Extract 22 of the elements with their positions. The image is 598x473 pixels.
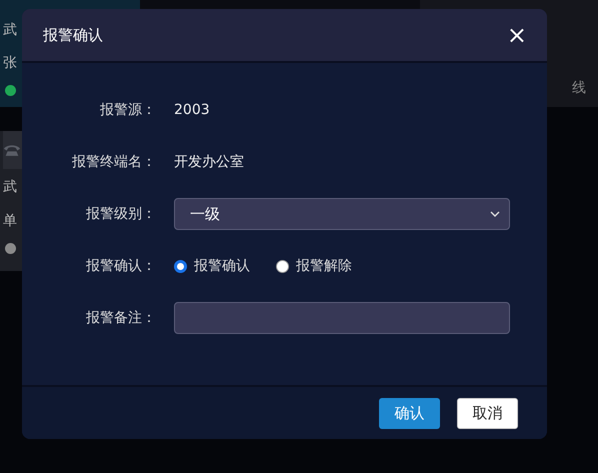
card-text: 张 [3, 54, 17, 72]
field-label: 报警源： [99, 101, 156, 119]
field-value: 开发办公室 [174, 153, 244, 171]
field-label: 报警终端名： [71, 153, 156, 171]
level-select[interactable]: 一级 [174, 198, 510, 230]
radio-option[interactable]: 报警确认 [174, 257, 250, 275]
card-text: 线 [572, 79, 586, 97]
close-button[interactable]: × [506, 23, 527, 47]
cancel-button[interactable]: 取消 [457, 398, 518, 428]
field-label: 报警备注： [85, 309, 156, 327]
field-label: 报警级别： [85, 205, 156, 223]
card-text: 武 [3, 20, 17, 40]
confirm-button[interactable]: 确认 [379, 398, 440, 428]
field-value: 2003 [174, 102, 210, 118]
phone-icon [3, 144, 21, 156]
radio-option[interactable]: 报警解除 [276, 257, 352, 275]
dialog-title: 报警确认 [43, 26, 103, 44]
caret-icon [490, 211, 500, 217]
field-label: 报警确认： [85, 257, 156, 275]
card-text: 武 [3, 178, 17, 197]
remark-field[interactable] [174, 302, 510, 334]
card-text: 单 [3, 212, 17, 231]
